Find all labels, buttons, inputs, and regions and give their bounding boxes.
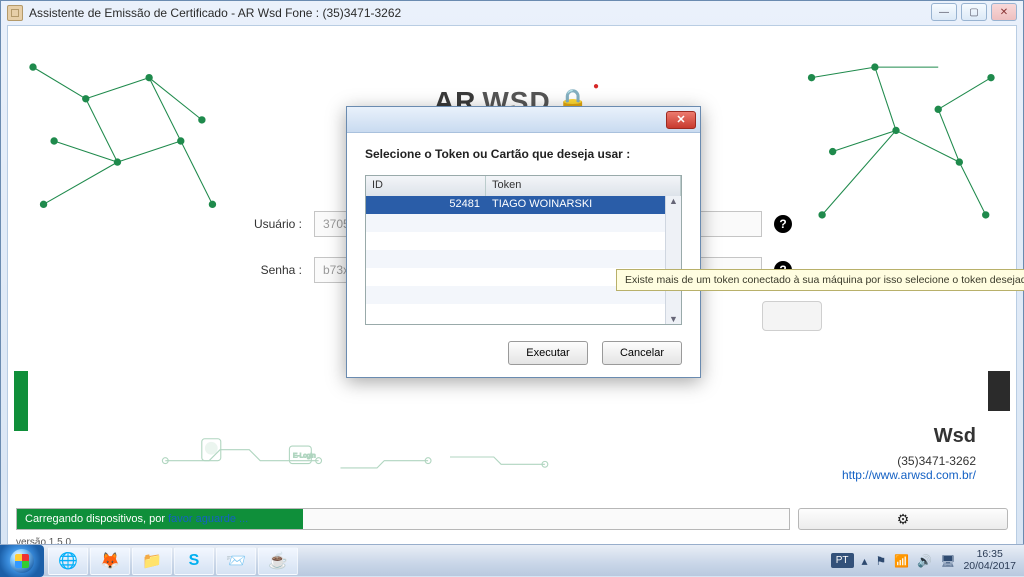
taskbar[interactable]: 🌐 🦊 📁 S 📨 ☕ PT ▴ ⚑ 📶 🔊 🖥 16:35 20/04/201… <box>0 544 1024 576</box>
gear-icon: ⚙ <box>897 511 910 528</box>
cell-token: TIAGO WOINARSKI <box>486 196 681 214</box>
help-icon[interactable]: ? <box>774 215 792 233</box>
token-table[interactable]: ID Token 52481 TIAGO WOINARSKI <box>365 175 682 325</box>
decoration-network-right <box>786 46 1006 236</box>
cancel-button[interactable]: Cancelar <box>602 341 682 365</box>
dialog-titlebar[interactable]: ✕ <box>347 107 700 133</box>
company-name: Wsd <box>842 425 976 448</box>
col-token[interactable]: Token <box>486 176 681 196</box>
company-phone: (35)3471-3262 <box>842 454 976 468</box>
taskbar-chrome-icon[interactable]: 🌐 <box>48 547 88 575</box>
java-icon <box>7 5 23 21</box>
tray-volume-icon[interactable]: 🔊 <box>917 554 932 568</box>
app-window: Assistente de Emissão de Certificado - A… <box>0 0 1024 576</box>
close-button[interactable]: ✕ <box>991 3 1017 21</box>
table-row[interactable] <box>366 304 681 322</box>
maximize-button[interactable]: ▢ <box>961 3 987 21</box>
settings-button[interactable]: ⚙ <box>798 508 1008 530</box>
taskbar-mail-icon[interactable]: 📨 <box>216 547 256 575</box>
company-url[interactable]: http://www.arwsd.com.br/ <box>842 468 976 482</box>
clock-time: 16:35 <box>963 549 1016 561</box>
titlebar[interactable]: Assistente de Emissão de Certificado - A… <box>1 1 1023 25</box>
tooltip: Existe mais de um token conectado à sua … <box>616 269 1024 291</box>
tray-power-icon[interactable]: 🖥 <box>940 554 955 568</box>
status-bar: Carregando dispositivos, por favor aguar… <box>16 508 1008 530</box>
dialog-close-button[interactable]: ✕ <box>666 111 696 129</box>
tray-chevron-icon[interactable]: ▴ <box>862 554 868 568</box>
table-scrollbar[interactable] <box>665 196 681 324</box>
dialog-heading: Selecione o Token ou Cartão que deseja u… <box>365 147 682 161</box>
decoration-bar-right <box>988 371 1010 411</box>
cell-id: 52481 <box>366 196 486 214</box>
decoration-bar-left <box>14 371 28 431</box>
tray-flag-icon[interactable]: ⚑ <box>876 554 887 568</box>
table-row[interactable]: 52481 TIAGO WOINARSKI <box>366 196 681 214</box>
clock-date: 20/04/2017 <box>963 561 1016 573</box>
minimize-button[interactable]: — <box>931 3 957 21</box>
taskbar-explorer-icon[interactable]: 📁 <box>132 547 172 575</box>
start-button[interactable] <box>0 545 44 577</box>
table-row[interactable] <box>366 250 681 268</box>
decoration-network-left <box>18 46 238 236</box>
table-row[interactable] <box>366 214 681 232</box>
table-row[interactable] <box>366 232 681 250</box>
company-info: Wsd (35)3471-3262 http://www.arwsd.com.b… <box>842 425 976 482</box>
token-select-dialog: ✕ Selecione o Token ou Cartão que deseja… <box>346 106 701 378</box>
windows-orb-icon <box>10 549 34 573</box>
decoration-circuit: E-Login <box>158 422 596 492</box>
system-tray[interactable]: PT ▴ ⚑ 📶 🔊 🖥 16:35 20/04/2017 <box>823 549 1024 572</box>
user-label: Usuário : <box>232 217 302 231</box>
language-indicator[interactable]: PT <box>831 553 854 568</box>
progress-bar: Carregando dispositivos, por favor aguar… <box>16 508 790 530</box>
password-label: Senha : <box>232 263 302 277</box>
execute-button[interactable]: Executar <box>508 341 588 365</box>
window-title: Assistente de Emissão de Certificado - A… <box>29 6 401 20</box>
tray-network-icon[interactable]: 📶 <box>894 554 909 568</box>
status-text-b: favor aguarde ... <box>165 513 248 525</box>
svg-text:E-Login: E-Login <box>293 453 316 460</box>
taskbar-skype-icon[interactable]: S <box>174 547 214 575</box>
tray-clock[interactable]: 16:35 20/04/2017 <box>963 549 1016 572</box>
col-id[interactable]: ID <box>366 176 486 196</box>
status-text-a: Carregando dispositivos, por <box>25 513 165 525</box>
submit-button[interactable] <box>762 301 822 331</box>
taskbar-firefox-icon[interactable]: 🦊 <box>90 547 130 575</box>
taskbar-java-icon[interactable]: ☕ <box>258 547 298 575</box>
